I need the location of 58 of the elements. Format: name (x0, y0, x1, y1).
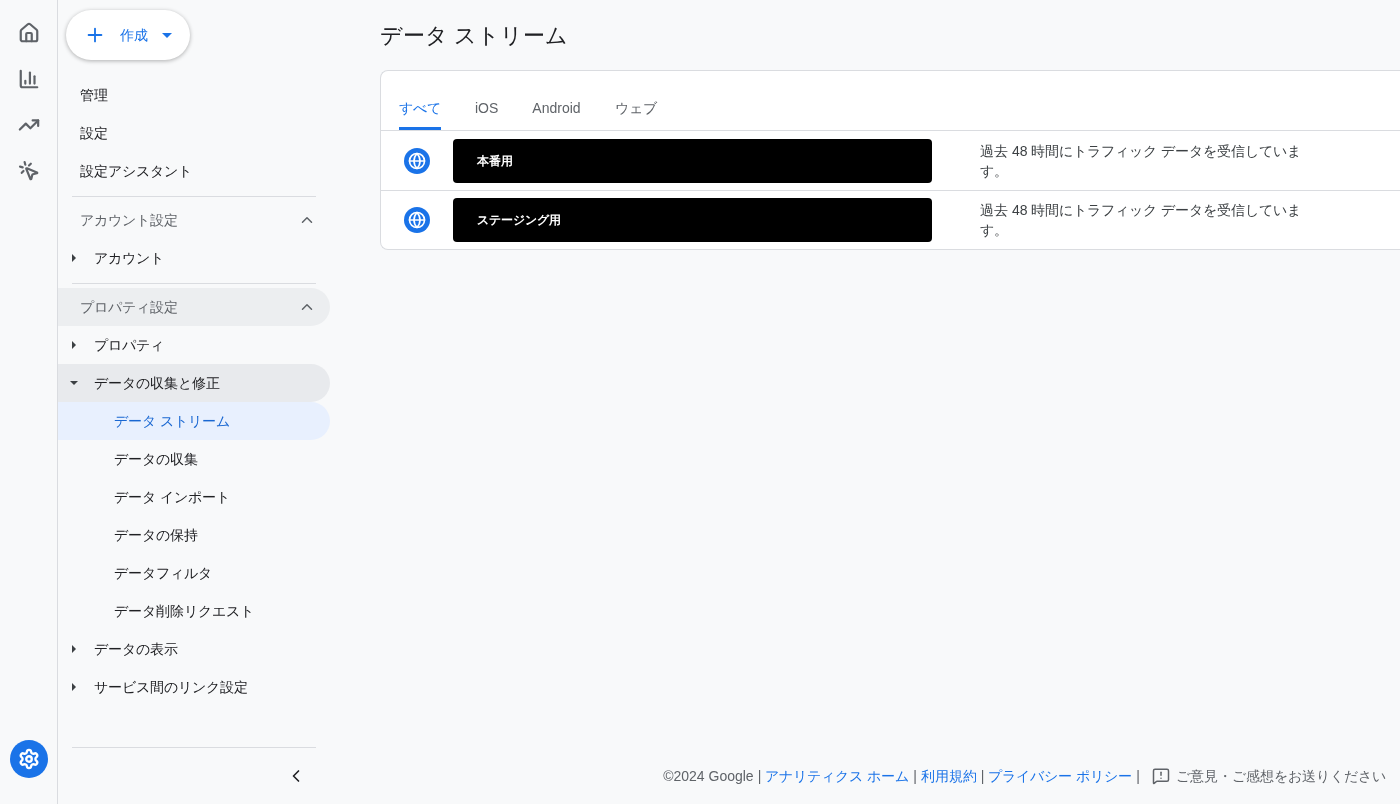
tree-item-label: プロパティ (94, 335, 164, 355)
globe-icon (404, 207, 430, 233)
triangle-icon[interactable] (70, 341, 78, 349)
tree-item-label: サービス間のリンク設定 (94, 677, 248, 697)
triangle-icon[interactable] (70, 645, 78, 653)
tree-item-label: データの表示 (94, 639, 178, 659)
triangle-icon[interactable] (70, 683, 78, 691)
stream-name: ステージング用 (453, 198, 932, 242)
create-button[interactable]: 作成 (66, 10, 190, 60)
tab[interactable]: iOS (475, 89, 499, 130)
feedback-icon[interactable] (1152, 767, 1170, 785)
tab[interactable]: ウェブ (614, 89, 657, 130)
footer-link[interactable]: 利用規約 (920, 765, 977, 787)
tab[interactable]: すべて (399, 89, 441, 130)
tree-subitem[interactable]: データフィルタ (58, 554, 330, 592)
tree-item[interactable]: アカウント (58, 239, 330, 277)
feedback-link[interactable]: ご意見・ご感想をお送りください (1176, 765, 1386, 787)
nav-item[interactable]: 管理 (58, 76, 330, 114)
section-title: プロパティ設定 (80, 297, 179, 317)
tree-subitem[interactable]: データ削除リクエスト (58, 592, 330, 630)
nav-item[interactable]: 設定アシスタント (58, 152, 330, 190)
globe-icon (404, 147, 430, 174)
stream-status: 過去 48 時間にトラフィック データを受信しています。 (980, 201, 1303, 240)
stream-row[interactable]: ステージング用 過去 48 時間にトラフィック データを受信しています。 (381, 190, 1400, 249)
page-title: データ ストリーム (380, 21, 570, 50)
settings-icon (17, 748, 40, 770)
cursor-target-icon[interactable] (17, 160, 40, 182)
section-header[interactable]: アカウント設定 (58, 201, 330, 239)
bar-chart-icon[interactable] (17, 68, 40, 90)
section-header[interactable]: プロパティ設定 (58, 288, 330, 326)
tree-subitem[interactable]: データの収集 (58, 440, 330, 478)
section-title: アカウント設定 (80, 210, 179, 230)
tree-item-label: データの収集と修正 (94, 373, 220, 393)
tree-item[interactable]: データの表示 (58, 630, 330, 668)
stream-status: 過去 48 時間にトラフィック データを受信しています。 (980, 141, 1303, 181)
tree-item[interactable]: データの収集と修正 (58, 364, 330, 402)
tree-subitem[interactable]: データ インポート (58, 478, 330, 516)
tab[interactable]: Android (532, 89, 581, 130)
tree-item[interactable]: プロパティ (58, 326, 330, 364)
triangle-icon[interactable] (70, 254, 78, 262)
separator: | (757, 766, 762, 786)
separator: | (1136, 766, 1140, 786)
tree-subitem[interactable]: データの保持 (58, 516, 330, 554)
caret-icon (162, 32, 172, 38)
footer-link[interactable]: アナリティクス ホーム (765, 765, 910, 787)
separator: | (913, 766, 917, 786)
separator: | (980, 766, 985, 786)
tree-item-label: アカウント (94, 248, 164, 268)
stream-row[interactable]: 本番用 過去 48 時間にトラフィック データを受信しています。 (381, 131, 1400, 190)
tree-subitem[interactable]: データ ストリーム (58, 402, 330, 440)
home-icon[interactable] (17, 22, 40, 44)
tree-item[interactable]: サービス間のリンク設定 (58, 668, 330, 706)
copyright: ©2024 Google (663, 766, 754, 786)
triangle-icon[interactable] (70, 379, 78, 387)
stream-name: 本番用 (453, 138, 932, 183)
nav-item[interactable]: 設定 (58, 114, 330, 152)
footer-link[interactable]: プライバシー ポリシー (988, 765, 1133, 787)
settings-button[interactable] (9, 740, 48, 778)
